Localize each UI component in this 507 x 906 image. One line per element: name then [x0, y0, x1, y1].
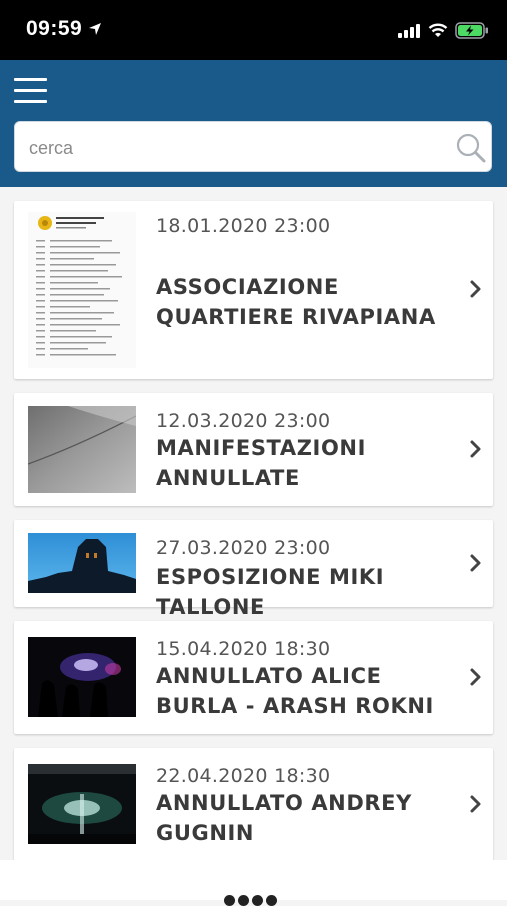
- event-title: ESPOSIZIONE MIKI TALLONE: [156, 565, 385, 619]
- menu-icon-bar: [14, 100, 47, 103]
- document-preview-image: [28, 212, 136, 368]
- event-item[interactable]: 27.03.2020 23:00 ESPOSIZIONE MIKI TALLON…: [14, 520, 493, 619]
- wifi-icon: [428, 23, 448, 37]
- event-item[interactable]: 15.04.2020 18:30 ANNULLATO ALICE BURLA -…: [14, 621, 493, 734]
- loading-dot: [224, 895, 235, 906]
- search-box: [14, 121, 492, 172]
- grey-wall-photo: [28, 406, 136, 493]
- chevron-right-icon: [470, 280, 481, 298]
- chevron-right-icon: [470, 554, 481, 572]
- event-thumbnail-photo: [28, 533, 136, 593]
- battery-icon: [455, 22, 488, 39]
- event-date: 12.03.2020 23:00: [156, 410, 331, 432]
- chevron-right-icon: [470, 440, 481, 458]
- event-title: ANNULLATO ANDREY GUGNIN: [156, 791, 412, 845]
- chevron-right-icon: [470, 668, 481, 686]
- event-date: 22.04.2020 18:30: [156, 765, 331, 787]
- event-thumbnail-document: [28, 212, 136, 368]
- stage-photo: [28, 764, 136, 844]
- event-title: ASSOCIAZIONE QUARTIERE RIVAPIANA: [156, 275, 436, 329]
- event-title: ANNULLATO ALICE BURLA - ARASH ROKNI: [156, 664, 434, 718]
- location-arrow-icon: [89, 23, 101, 35]
- event-date: 18.01.2020 23:00: [156, 215, 331, 237]
- menu-icon: [14, 78, 47, 81]
- event-date: 27.03.2020 23:00: [156, 537, 331, 559]
- event-thumbnail-photo: [28, 637, 136, 717]
- loading-dot: [252, 895, 263, 906]
- concert-photo: [28, 637, 136, 717]
- search-input[interactable]: [27, 132, 451, 164]
- menu-button[interactable]: [14, 78, 48, 104]
- event-date: 15.04.2020 18:30: [156, 638, 331, 660]
- search-icon[interactable]: [455, 132, 487, 164]
- loading-dot: [238, 895, 249, 906]
- event-item[interactable]: 12.03.2020 23:00 MANIFESTAZIONI ANNULLAT…: [14, 393, 493, 506]
- menu-icon-bar: [14, 89, 47, 92]
- event-item[interactable]: 22.04.2020 18:30 ANNULLATO ANDREY GUGNIN: [14, 748, 493, 861]
- event-item[interactable]: 18.01.2020 23:00 ASSOCIAZIONE QUARTIERE …: [14, 201, 493, 379]
- status-time: 09:59: [26, 17, 83, 40]
- event-thumbnail-photo: [28, 406, 136, 493]
- event-title: MANIFESTAZIONI ANNULLATE: [156, 436, 366, 490]
- event-thumbnail-photo: [28, 764, 136, 844]
- status-bar: 09:59: [0, 0, 507, 60]
- bottom-area: [0, 860, 507, 906]
- tower-photo: [28, 533, 136, 593]
- chevron-right-icon: [470, 795, 481, 813]
- signal-icon: [398, 24, 420, 38]
- loading-dot: [266, 895, 277, 906]
